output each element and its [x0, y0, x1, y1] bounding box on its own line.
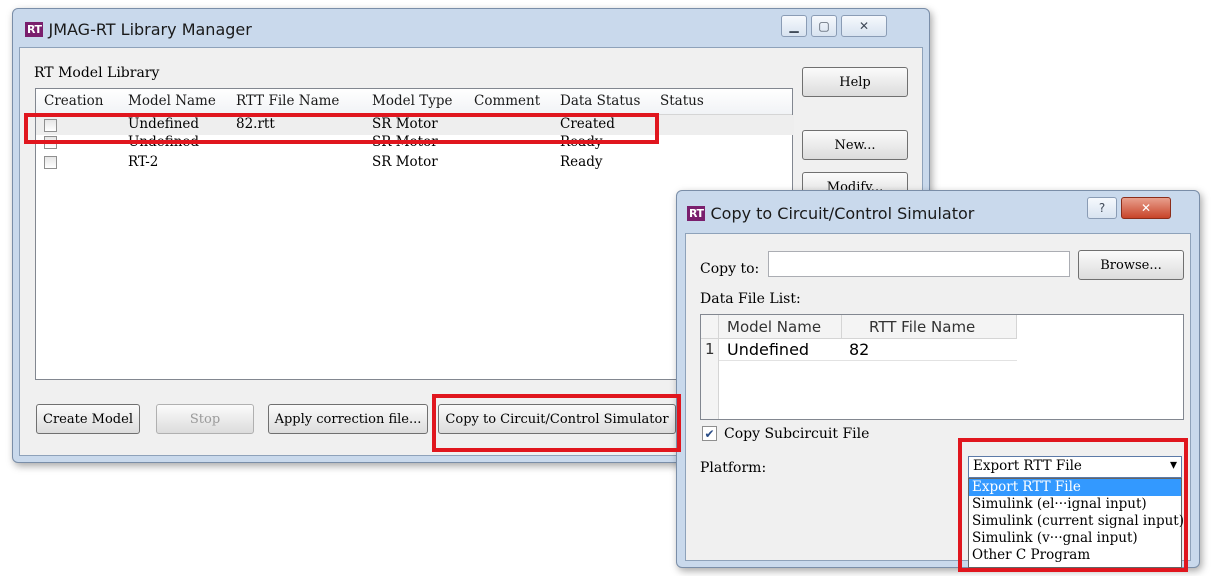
row-model-name: Undefined [128, 134, 200, 150]
col-model-name[interactable]: Model Name [128, 93, 216, 109]
row-model-name: Undefined [128, 116, 200, 132]
platform-selected-value: Export RTT File [973, 458, 1082, 474]
row-model-name: RT-2 [128, 154, 159, 170]
table-header: Creation Model Name RTT File Name Model … [36, 89, 792, 115]
maximize-button[interactable]: ▢ [811, 15, 837, 37]
col-status[interactable]: Status [660, 93, 704, 109]
maximize-icon: ▢ [818, 19, 830, 33]
copy-to-simulator-dialog: RT Copy to Circuit/Control Simulator ? ✕… [676, 190, 1200, 568]
copy-to-label: Copy to: [700, 261, 760, 277]
table-row[interactable]: Undefined 82.rtt SR Motor Created [36, 115, 794, 135]
table-row[interactable]: Undefined SR Motor Ready [36, 134, 794, 155]
data-file-list-label: Data File List: [700, 291, 801, 307]
close-icon: ✕ [858, 19, 870, 33]
rt-model-library-label: RT Model Library [34, 65, 160, 81]
col-model-type[interactable]: Model Type [372, 93, 452, 109]
table-row[interactable]: 1 Undefined 82 [701, 339, 1017, 361]
main-window-title: JMAG-RT Library Manager [48, 19, 252, 39]
table-row[interactable]: RT-2 SR Motor Ready [36, 154, 794, 175]
creation-checkbox[interactable] [44, 119, 57, 132]
dialog-title: Copy to Circuit/Control Simulator [710, 203, 975, 223]
checkmark-icon: ✔ [704, 426, 715, 441]
browse-button[interactable]: Browse... [1078, 250, 1184, 280]
row-data-status: Created [560, 116, 615, 132]
dropdown-option[interactable]: Simulink (v···gnal input) [969, 530, 1181, 547]
close-icon: ✕ [1140, 201, 1152, 215]
dropdown-option[interactable]: Simulink (el···ignal input) [969, 496, 1181, 513]
row-index-cell: 1 [701, 339, 719, 361]
data-file-header: Model Name RTT File Name [701, 315, 1017, 339]
copy-subcircuit-label: Copy Subcircuit File [724, 426, 870, 442]
dialog-close-button[interactable]: ✕ [1121, 197, 1171, 219]
creation-checkbox[interactable] [44, 156, 57, 169]
row-model-type: SR Motor [372, 134, 438, 150]
row-model-type: SR Motor [372, 154, 438, 170]
row-data-status: Ready [560, 154, 603, 170]
help-icon: ? [1098, 201, 1106, 215]
col-comment[interactable]: Comment [474, 93, 540, 109]
creation-checkbox[interactable] [44, 136, 57, 149]
rt-logo-icon: RT [25, 21, 44, 37]
dropdown-option[interactable]: Export RTT File [969, 479, 1181, 496]
col-creation[interactable]: Creation [44, 93, 103, 109]
copy-subcircuit-checkbox[interactable]: ✔ [702, 426, 717, 441]
col-model-name[interactable]: Model Name [727, 318, 821, 336]
new-button[interactable]: New... [802, 130, 908, 160]
col-data-status[interactable]: Data Status [560, 93, 640, 109]
dropdown-option[interactable]: Other C Program [969, 547, 1181, 564]
row-model-type: SR Motor [372, 116, 438, 132]
stop-button[interactable]: Stop [156, 404, 254, 434]
row-index-header [701, 315, 719, 339]
row-data-status: Ready [560, 134, 603, 150]
platform-dropdown-list: Export RTT File Simulink (el···ignal inp… [968, 478, 1184, 568]
close-button[interactable]: ✕ [841, 15, 887, 37]
minimize-button[interactable]: ▁ [781, 15, 807, 37]
col-rtt-file-name[interactable]: RTT File Name [236, 93, 339, 109]
row-model-name: Undefined [727, 340, 810, 359]
copy-to-simulator-button[interactable]: Copy to Circuit/Control Simulator [438, 404, 676, 434]
dialog-help-button[interactable]: ? [1087, 197, 1117, 219]
dialog-client-area: Copy to: Browse... Data File List: Model… [685, 233, 1191, 568]
data-file-table[interactable]: Model Name RTT File Name 1 Undefined 82 [700, 314, 1184, 420]
platform-select[interactable]: Export RTT File ▾ [968, 456, 1182, 478]
create-model-button[interactable]: Create Model [36, 404, 140, 434]
chevron-down-icon: ▾ [1169, 457, 1177, 473]
row-rtt-file: 82.rtt [236, 116, 275, 132]
row-rtt-file: 82 [849, 340, 870, 359]
dropdown-option[interactable]: Simulink (current signal input) [969, 513, 1184, 530]
row-index-gutter [701, 361, 719, 419]
platform-label: Platform: [700, 460, 767, 476]
row-index: 1 [705, 340, 715, 358]
copy-to-input[interactable] [768, 251, 1070, 277]
help-button[interactable]: Help [802, 67, 908, 97]
rt-logo-icon: RT [687, 205, 706, 221]
col-rtt-file-name[interactable]: RTT File Name [869, 318, 975, 336]
minimize-icon: ▁ [789, 19, 799, 33]
apply-correction-file-button[interactable]: Apply correction file... [268, 404, 428, 434]
